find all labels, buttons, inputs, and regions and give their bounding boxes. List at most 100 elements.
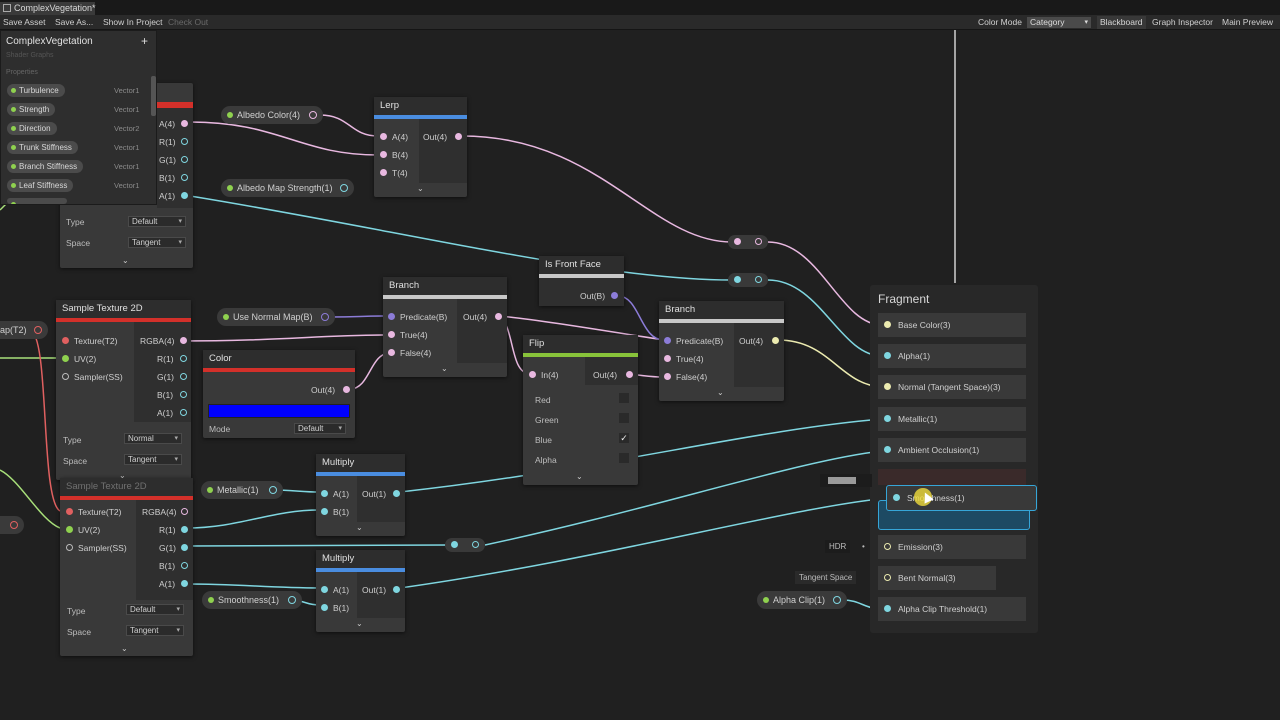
output-port[interactable] xyxy=(772,337,779,344)
fragment-slot-emission[interactable]: Emission(3) xyxy=(878,535,1026,559)
input-port-uv[interactable] xyxy=(62,355,69,362)
blue-checkbox[interactable]: ✓ xyxy=(619,433,629,443)
smoothness-inline-value[interactable] xyxy=(820,474,872,487)
input-port-predicate[interactable] xyxy=(388,313,395,320)
reroute-out[interactable] xyxy=(472,541,479,548)
fragment-slot-normal[interactable]: Normal (Tangent Space)(3) xyxy=(878,375,1026,399)
port-r1[interactable] xyxy=(181,138,188,145)
texture-property-stub[interactable] xyxy=(0,516,24,534)
collapse-chevron-icon[interactable]: ⌄ xyxy=(122,256,129,265)
slot-port[interactable] xyxy=(893,494,900,501)
slot-port[interactable] xyxy=(884,446,891,453)
space-dropdown[interactable]: Tangent xyxy=(126,625,184,636)
input-port-a[interactable] xyxy=(380,133,387,140)
save-asset-button[interactable]: Save Asset xyxy=(3,15,46,30)
output-port[interactable] xyxy=(495,313,502,320)
space-dropdown[interactable]: Tangent xyxy=(124,454,182,465)
collapse-chevron-icon[interactable]: ⌄ xyxy=(356,619,363,628)
output-port[interactable] xyxy=(288,596,296,604)
port-a1[interactable] xyxy=(181,192,188,199)
port-b[interactable] xyxy=(181,562,188,569)
input-port-true[interactable] xyxy=(388,331,395,338)
output-port[interactable] xyxy=(309,111,317,119)
output-port[interactable] xyxy=(611,292,618,299)
tab-complexvegetation[interactable]: ComplexVegetation* xyxy=(0,2,96,15)
property-partial[interactable] xyxy=(7,198,67,204)
port-g1[interactable] xyxy=(181,156,188,163)
tangent-space-inline-chip[interactable]: Tangent Space xyxy=(795,571,857,584)
add-property-button[interactable]: + xyxy=(141,34,148,48)
slot-port[interactable] xyxy=(884,321,891,328)
input-port-a[interactable] xyxy=(321,586,328,593)
input-port-sampler[interactable] xyxy=(66,544,73,551)
sample-texture-2d-node[interactable]: Sample Texture 2D Texture(T2) UV(2) Samp… xyxy=(56,300,191,480)
property-trunk-stiffness[interactable]: Trunk Stiffness xyxy=(7,141,78,154)
collapse-chevron-icon[interactable]: ⌄ xyxy=(576,472,583,481)
branch-node-2[interactable]: Branch Predicate(B) True(4) False(4) Out… xyxy=(659,301,784,401)
fragment-slot-smoothness[interactable]: Smoothness(1) xyxy=(886,485,1037,511)
property-turbulence[interactable]: Turbulence xyxy=(7,84,65,97)
fragment-slot-ambient-occlusion[interactable]: Ambient Occlusion(1) xyxy=(878,438,1026,462)
multiply-node-1[interactable]: Multiply A(1) B(1) Out(1) ⌄ xyxy=(316,454,405,536)
fragment-slot-base-color[interactable]: Base Color(3) xyxy=(878,313,1026,337)
output-port[interactable] xyxy=(393,490,400,497)
slot-port[interactable] xyxy=(884,605,891,612)
smoothness-property[interactable]: Smoothness(1) xyxy=(202,591,302,609)
use-normal-map-property[interactable]: Use Normal Map(B) xyxy=(217,308,335,326)
output-port[interactable] xyxy=(626,371,633,378)
slot-port[interactable] xyxy=(884,415,891,422)
port-a[interactable] xyxy=(180,409,187,416)
port-rgba[interactable] xyxy=(181,508,188,515)
green-checkbox[interactable] xyxy=(619,413,629,423)
lerp-node[interactable]: Lerp A(4) B(4) T(4) Out(4) ⌄ xyxy=(374,97,467,197)
port-g[interactable] xyxy=(181,544,188,551)
port-b1[interactable] xyxy=(181,174,188,181)
slot-port[interactable] xyxy=(884,543,891,550)
flip-node[interactable]: Flip In(4) Out(4) Red Green Blue ✓ Alpha… xyxy=(523,335,638,485)
fragment-slot-metallic[interactable]: Metallic(1) xyxy=(878,407,1026,431)
port-b[interactable] xyxy=(180,391,187,398)
output-port[interactable] xyxy=(833,596,841,604)
branch-node-1[interactable]: Branch Predicate(B) True(4) False(4) Out… xyxy=(383,277,507,377)
reroute-out[interactable] xyxy=(755,276,762,283)
port-a[interactable] xyxy=(181,580,188,587)
type-dropdown[interactable]: Default xyxy=(126,604,184,615)
multiply-node-2[interactable]: Multiply A(1) B(1) Out(1) ⌄ xyxy=(316,550,405,632)
input-port-b[interactable] xyxy=(380,151,387,158)
collapse-chevron-icon[interactable]: ⌄ xyxy=(356,523,363,532)
input-port-b[interactable] xyxy=(321,604,328,611)
metallic-property[interactable]: Metallic(1) xyxy=(201,481,283,499)
input-port-a[interactable] xyxy=(321,490,328,497)
slot-port[interactable] xyxy=(884,352,891,359)
port-r[interactable] xyxy=(180,355,187,362)
blackboard-toggle[interactable]: Blackboard xyxy=(1097,16,1146,29)
input-port-b[interactable] xyxy=(321,508,328,515)
collapse-chevron-icon[interactable]: ⌄ xyxy=(121,644,128,653)
color-node[interactable]: Color Out(4) Mode Default xyxy=(203,350,355,438)
output-port[interactable] xyxy=(269,486,277,494)
input-port-predicate[interactable] xyxy=(664,337,671,344)
fragment-slot-alpha-clip-threshold[interactable]: Alpha Clip Threshold(1) xyxy=(878,597,1026,621)
reroute-in[interactable] xyxy=(734,238,741,245)
property-strength[interactable]: Strength xyxy=(7,103,56,116)
input-port-texture[interactable] xyxy=(62,337,69,344)
type-dropdown[interactable]: Default xyxy=(128,216,186,227)
mode-dropdown[interactable]: Default xyxy=(294,423,346,434)
fragment-slot-alpha[interactable]: Alpha(1) xyxy=(878,344,1026,368)
output-port[interactable] xyxy=(455,133,462,140)
input-port-in[interactable] xyxy=(529,371,536,378)
port-rgba[interactable] xyxy=(180,337,187,344)
space-dropdown[interactable]: Tangent xyxy=(128,237,186,248)
property-leaf-stiffness[interactable]: Leaf Stiffness xyxy=(7,179,74,192)
fragment-slot-bent-normal[interactable]: Bent Normal(3) xyxy=(878,566,996,590)
show-in-project-button[interactable]: Show In Project xyxy=(103,15,163,30)
slot-port[interactable] xyxy=(884,383,891,390)
port-a4[interactable] xyxy=(181,120,188,127)
input-port-sampler[interactable] xyxy=(62,373,69,380)
output-port[interactable] xyxy=(321,313,329,321)
albedo-map-strength-property[interactable]: Albedo Map Strength(1) xyxy=(221,179,354,197)
type-dropdown[interactable]: Normal xyxy=(124,433,182,444)
reroute-node-3[interactable] xyxy=(445,538,485,552)
property-direction[interactable]: Direction xyxy=(7,122,57,135)
reroute-node-2[interactable] xyxy=(728,273,768,287)
